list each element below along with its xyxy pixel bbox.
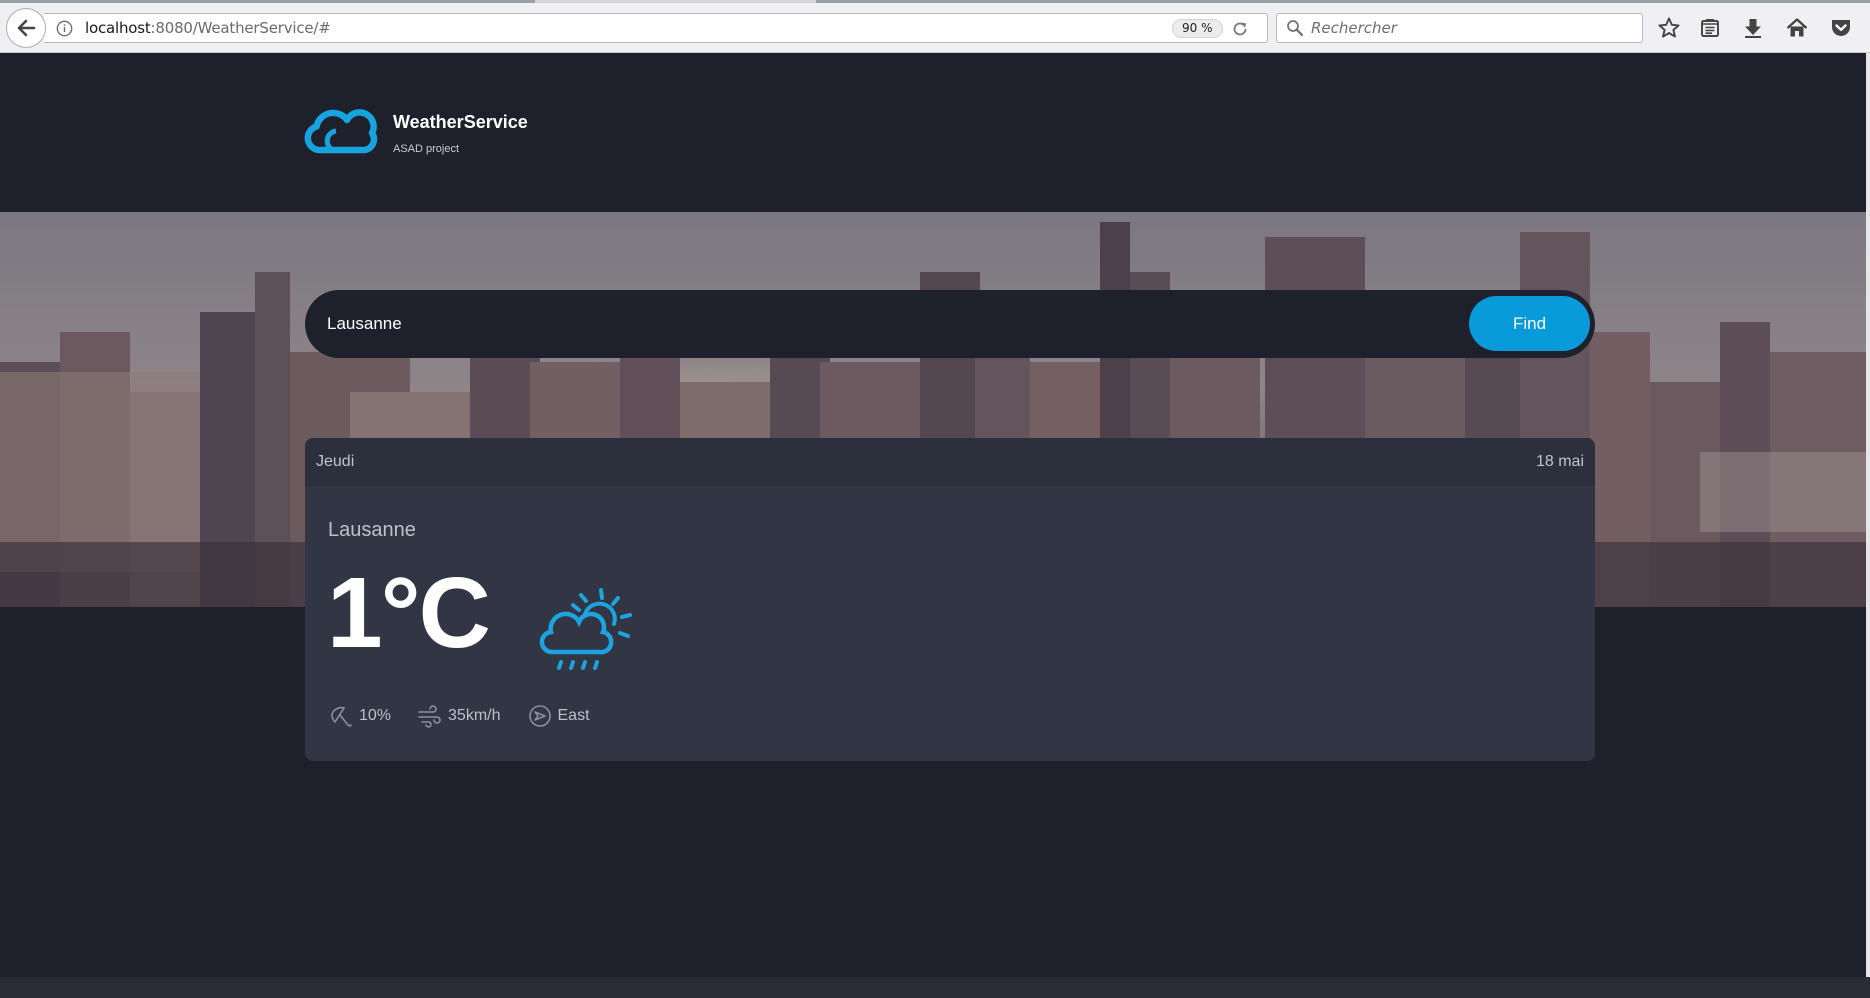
wind-direction-value: East	[557, 707, 590, 724]
city-search-form: Find	[305, 290, 1595, 358]
wind-direction-stat: East	[527, 703, 590, 729]
brand-text: WeatherService ASAD project	[393, 112, 528, 155]
temperature-display: 1°C	[327, 563, 491, 663]
reload-icon[interactable]	[1230, 19, 1250, 39]
precipitation-value: 10%	[359, 707, 392, 724]
page-scrollbar[interactable]	[1866, 53, 1870, 977]
star-icon[interactable]	[1655, 14, 1683, 42]
browser-toolbar: localhost:8080/WeatherService/# 90 %	[0, 0, 1870, 53]
forecast-date: 18 mai	[1535, 453, 1584, 470]
site-subtitle: ASAD project	[393, 143, 460, 155]
info-icon[interactable]	[56, 20, 73, 37]
temperature-value: 1	[327, 557, 383, 669]
address-bar[interactable]: localhost:8080/WeatherService/# 90 %	[44, 13, 1268, 43]
wind-speed-stat: 35km/h	[417, 703, 501, 729]
reading-list-icon[interactable]	[1696, 14, 1724, 42]
pocket-icon[interactable]	[1827, 14, 1855, 42]
footer-strip	[0, 977, 1870, 998]
weather-stats: 10% 35km/h East	[328, 703, 616, 729]
page-body: WeatherService ASAD project Lausanne Fin…	[0, 53, 1870, 998]
wind-icon	[417, 703, 443, 729]
cloud-logo-icon	[304, 109, 378, 154]
compass-icon	[527, 703, 553, 729]
site-title: WeatherService	[393, 112, 528, 132]
arrow-left-icon	[17, 19, 36, 37]
forecast-day: Jeudi	[316, 453, 355, 470]
forecast-city: Lausanne	[328, 519, 416, 541]
forecast-card: Jeudi 18 mai Lausanne 1°C 10% 35km/h Eas…	[305, 438, 1595, 761]
site-brand[interactable]: WeatherService ASAD project	[303, 109, 528, 155]
find-button[interactable]: Find	[1469, 296, 1590, 351]
precipitation-stat: 10%	[328, 703, 391, 729]
zoom-level-badge[interactable]: 90 %	[1172, 19, 1223, 38]
download-icon[interactable]	[1739, 14, 1767, 42]
search-icon	[1285, 18, 1305, 38]
city-search-input[interactable]	[327, 308, 1327, 340]
wind-speed-value: 35km/h	[448, 707, 501, 724]
cloud-sun-rain-icon	[539, 588, 632, 670]
temperature-unit: °C	[380, 557, 491, 669]
umbrella-icon	[328, 703, 354, 729]
url-host: localhost	[85, 19, 151, 37]
browser-search-input[interactable]	[1311, 19, 1631, 37]
back-button[interactable]	[6, 8, 46, 48]
forecast-header: Jeudi 18 mai	[305, 438, 1595, 486]
url-path: :8080/WeatherService/#	[150, 19, 331, 37]
home-icon[interactable]	[1783, 14, 1811, 42]
tab-strip	[0, 0, 1870, 3]
browser-search-bar[interactable]	[1276, 13, 1643, 43]
url-text[interactable]: localhost:8080/WeatherService/#	[85, 19, 331, 37]
